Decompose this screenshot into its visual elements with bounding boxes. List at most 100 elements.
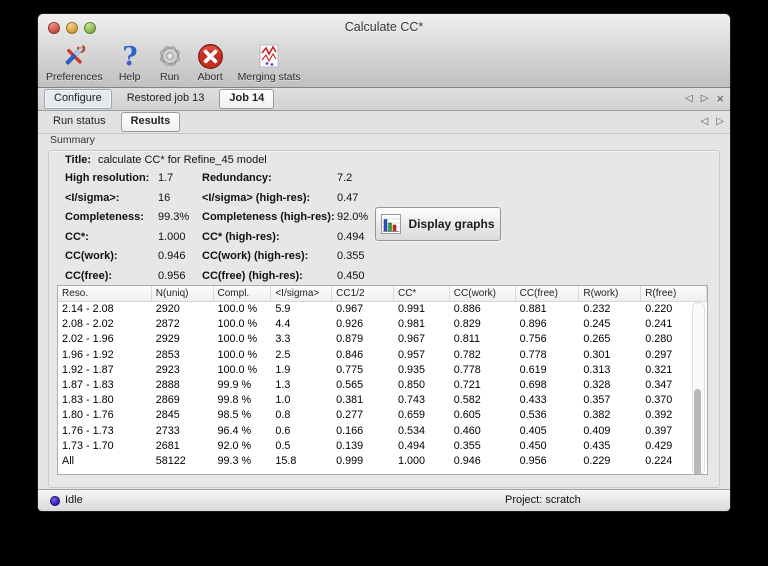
prev-tab-arrow-icon[interactable]: ◁ <box>685 94 693 104</box>
table-row[interactable]: 1.92 - 1.87 2923 100.0 % 1.9 0.775 0.935 0.778… <box>58 363 707 378</box>
table-cell: 2.14 - 2.08 <box>62 303 114 315</box>
prev-tab-arrow-icon[interactable]: ◁ <box>701 117 709 127</box>
toolbar-button-merging-stats[interactable]: Merging stats <box>238 42 301 83</box>
run-icon <box>157 42 183 70</box>
table-cell: 0.450 <box>519 439 547 452</box>
table-row[interactable]: 1.83 - 1.80 2869 99.8 % 1.0 0.381 0.743 0.582 0… <box>58 393 707 408</box>
table-cell: 0.981 <box>397 318 425 331</box>
status-bar: Idle Project: scratch <box>38 489 730 511</box>
column-header-rfree[interactable]: R(free) <box>641 286 707 301</box>
table-cell: 100.0 % <box>217 318 258 331</box>
toolbar: Preferences ? Help Run Abort Merging stats <box>46 42 301 87</box>
column-header-ccwork[interactable]: CC(work) <box>450 286 516 301</box>
table-cell: 0.357 <box>583 394 611 407</box>
stat-value-high-res: 0.47 <box>337 191 359 204</box>
column-header-ccfree[interactable]: CC(free) <box>516 286 580 301</box>
display-graphs-button[interactable]: Display graphs <box>375 207 501 241</box>
toolbar-button-label: Abort <box>197 71 223 83</box>
column-header-nuniq[interactable]: N(uniq) <box>152 286 214 301</box>
table-row[interactable]: 1.87 - 1.83 2888 99.9 % 1.3 0.565 0.850 0.721 0… <box>58 378 707 393</box>
status-text: Idle <box>65 494 83 506</box>
column-header-cc[interactable]: CC* <box>394 286 450 301</box>
titlebar[interactable]: Calculate CC* <box>38 14 730 40</box>
close-tab-icon[interactable]: × <box>716 92 724 105</box>
subtab-run-status[interactable]: Run status <box>44 113 115 131</box>
table-cell: 0.896 <box>519 318 547 331</box>
toolbar-button-label: Preferences <box>46 71 103 83</box>
abort-icon <box>197 42 224 70</box>
table-cell: 0.245 <box>583 318 611 331</box>
table-cell: 1.73 - 1.70 <box>62 439 114 452</box>
column-header-isigma[interactable]: <I/sigma> <box>271 286 333 301</box>
stat-value-high-res: 92.0% <box>337 211 369 224</box>
display-graphs-label: Display graphs <box>408 217 495 231</box>
toolbar-button-preferences[interactable]: Preferences <box>46 42 103 83</box>
stat-value-high-res: 7.2 <box>337 172 353 184</box>
table-cell: 0.879 <box>336 333 364 346</box>
toolbar-button-help[interactable]: ? Help <box>117 42 143 83</box>
table-cell: 0.991 <box>397 303 425 315</box>
table-cell: 0.957 <box>397 348 425 361</box>
table-cell: 0.534 <box>397 424 425 437</box>
table-cell: 2.5 <box>275 348 291 361</box>
table-row[interactable]: 2.08 - 2.02 2872 100.0 % 4.4 0.926 0.981 0.829… <box>58 317 707 332</box>
table-cell: 2929 <box>155 333 180 346</box>
table-row[interactable]: 1.73 - 1.70 2681 92.0 % 0.5 0.139 0.494 0.355 0… <box>58 439 707 454</box>
tab-job-14[interactable]: Job 14 <box>219 89 275 109</box>
table-cell: 1.80 - 1.76 <box>62 409 114 422</box>
table-row[interactable]: All 58122 99.3 % 15.8 0.999 1.000 0.946 0.956 0.… <box>58 454 707 469</box>
stat-value-high-res: 0.355 <box>337 250 365 263</box>
table-cell: 0.935 <box>397 363 425 376</box>
tab-configure[interactable]: Configure <box>44 89 112 109</box>
svg-text:?: ? <box>122 43 137 69</box>
column-header-compl[interactable]: Compl. <box>214 286 272 301</box>
toolbar-button-run[interactable]: Run <box>157 42 183 83</box>
table-row[interactable]: 1.76 - 1.73 2733 96.4 % 0.6 0.166 0.534 0.460 0… <box>58 424 707 439</box>
table-cell: 0.565 <box>336 378 364 391</box>
table-cell: 2.08 - 2.02 <box>62 318 114 331</box>
table-cell: 0.999 <box>336 454 364 467</box>
next-tab-arrow-icon[interactable]: ▷ <box>701 94 709 104</box>
table-cell: 92.0 % <box>217 439 252 452</box>
table-cell: 0.166 <box>336 424 364 437</box>
table-cell: 2.02 - 1.96 <box>62 333 114 346</box>
table-cell: 100.0 % <box>217 303 258 315</box>
tab-restored-job-13[interactable]: Restored job 13 <box>118 90 214 108</box>
result-tab-controls: ◁ ▷ <box>701 111 724 133</box>
table-row[interactable]: 1.96 - 1.92 2853 100.0 % 2.5 0.846 0.957 0.782… <box>58 348 707 363</box>
table-cell: 0.536 <box>519 409 547 422</box>
table-cell: 2733 <box>155 424 180 437</box>
stat-label: <I/sigma>: <box>65 191 120 204</box>
column-header-reso[interactable]: Reso. <box>58 286 152 301</box>
table-cell: 0.659 <box>397 409 425 422</box>
table-cell: 0.405 <box>519 424 547 437</box>
column-header-cc12[interactable]: CC1/2 <box>332 286 394 301</box>
table-cell: 0.775 <box>336 363 364 376</box>
table-cell: 0.778 <box>519 348 547 361</box>
table-row[interactable]: 1.80 - 1.76 2845 98.5 % 0.8 0.277 0.659 0.605 0… <box>58 408 707 423</box>
summary-stat-row: High resolution: 1.7 Redundancy: 7.2 <box>38 172 730 192</box>
table-row[interactable]: 2.14 - 2.08 2920 100.0 % 5.9 0.967 0.991 0.886… <box>58 302 707 317</box>
table-cell: 0.946 <box>453 454 481 467</box>
toolbar-button-label: Merging stats <box>237 71 301 83</box>
stat-label: CC*: <box>65 230 89 243</box>
vertical-scrollbar[interactable] <box>692 302 705 474</box>
subtab-results[interactable]: Results <box>120 112 181 132</box>
project-label: Project: scratch <box>505 494 581 506</box>
table-cell: 0.265 <box>583 333 611 346</box>
toolbar-button-abort[interactable]: Abort <box>197 42 224 83</box>
stat-label: Completeness: <box>65 211 144 224</box>
scrollbar-thumb[interactable] <box>694 389 701 474</box>
table-cell: 0.8 <box>275 409 291 422</box>
window-title: Calculate CC* <box>344 20 424 34</box>
stat-value-high-res: 0.450 <box>337 269 365 282</box>
stat-value: 0.956 <box>158 269 186 282</box>
result-tab-bar: Run status Results ◁ ▷ <box>38 111 730 134</box>
column-header-rwork[interactable]: R(work) <box>579 286 642 301</box>
table-header-row: Reso. N(uniq) Compl. <I/sigma> CC1/2 CC* CC(wo… <box>58 286 707 302</box>
next-tab-arrow-icon[interactable]: ▷ <box>716 117 724 127</box>
title-label: Title: <box>65 154 92 166</box>
table-cell: 0.967 <box>397 333 425 346</box>
table-cell: 1.87 - 1.83 <box>62 378 114 391</box>
table-row[interactable]: 2.02 - 1.96 2929 100.0 % 3.3 0.879 0.967 0.811… <box>58 332 707 347</box>
